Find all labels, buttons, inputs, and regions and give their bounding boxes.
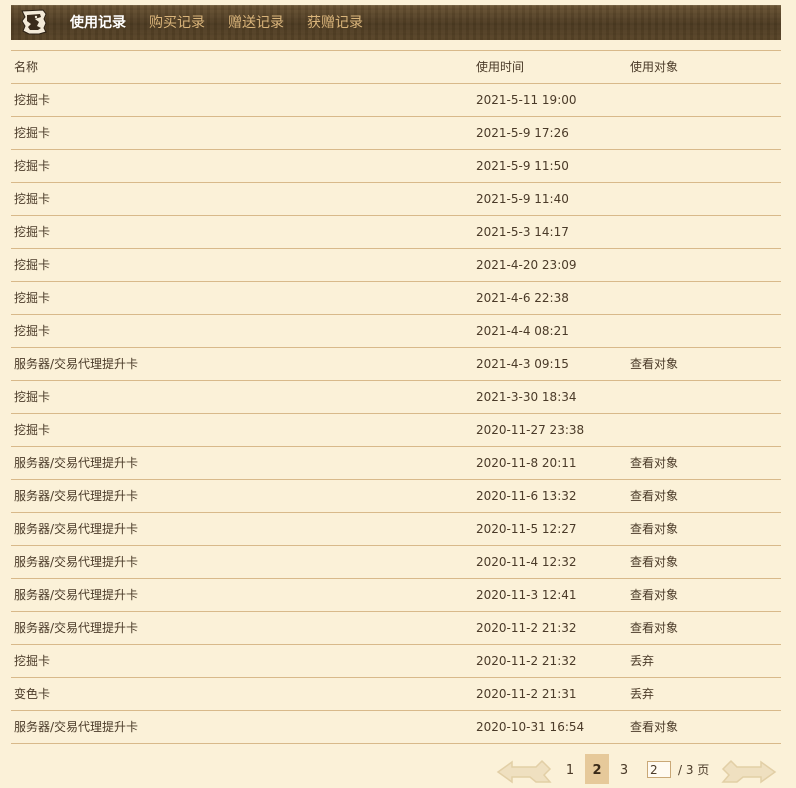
use-time: 2021-3-30 18:34 [476, 390, 577, 404]
page-1-link[interactable]: 1 [558, 754, 582, 784]
table-row: 服务器/交易代理提升卡 2020-11-6 13:32 查看对象 [11, 480, 781, 513]
use-time: 2021-4-3 09:15 [476, 357, 569, 371]
item-name: 挖掘卡 [14, 654, 51, 668]
table-row: 挖掘卡 2021-5-11 19:00 [11, 84, 781, 117]
use-time: 2021-5-9 17:26 [476, 126, 569, 140]
page-2-current[interactable]: 2 [585, 754, 609, 784]
table-body: 挖掘卡 2021-5-11 19:00 挖掘卡 2021-5-9 17:26 挖掘卡 20… [11, 84, 781, 744]
item-name: 挖掘卡 [14, 159, 51, 173]
use-time: 2021-4-20 23:09 [476, 258, 577, 272]
use-target-link[interactable]: 丢弃 [630, 678, 654, 710]
usage-records-table: 名称 使用时间 使用对象 挖掘卡 2021-5-11 19:00 挖掘卡 2021-5… [11, 50, 781, 744]
use-time: 2020-11-4 12:32 [476, 555, 577, 569]
item-name: 服务器/交易代理提升卡 [14, 456, 139, 470]
table-row: 服务器/交易代理提升卡 2020-11-2 21:32 查看对象 [11, 612, 781, 645]
column-header-time: 使用时间 [476, 60, 525, 74]
pagination: 1 2 3 / 3 页 [0, 752, 796, 786]
use-time: 2021-4-6 22:38 [476, 291, 569, 305]
table-row: 服务器/交易代理提升卡 2021-4-3 09:15 查看对象 [11, 348, 781, 381]
use-time: 2020-11-2 21:31 [476, 687, 577, 701]
table-row: 挖掘卡 2020-11-27 23:38 [11, 414, 781, 447]
tab-bar-texture [11, 5, 781, 40]
item-name: 挖掘卡 [14, 423, 51, 437]
item-name: 挖掘卡 [14, 126, 51, 140]
total-pages-label: / 3 页 [678, 763, 710, 777]
item-name: 服务器/交易代理提升卡 [14, 522, 139, 536]
use-time: 2020-11-27 23:38 [476, 423, 585, 437]
prev-arrow-icon[interactable] [496, 756, 552, 786]
item-name: 服务器/交易代理提升卡 [14, 555, 139, 569]
page-jump-input[interactable] [647, 761, 671, 778]
tab-gift-records[interactable]: 赠送记录 [228, 14, 284, 32]
use-target-link[interactable]: 查看对象 [630, 612, 678, 644]
use-time: 2021-5-11 19:00 [476, 93, 577, 107]
use-time: 2021-5-9 11:50 [476, 159, 569, 173]
table-row: 挖掘卡 2021-5-3 14:17 [11, 216, 781, 249]
tab-received-gift-records[interactable]: 获赠记录 [307, 14, 363, 32]
table-row: 服务器/交易代理提升卡 2020-10-31 16:54 查看对象 [11, 711, 781, 744]
item-name: 挖掘卡 [14, 192, 51, 206]
item-name: 挖掘卡 [14, 93, 51, 107]
table-row: 服务器/交易代理提升卡 2020-11-5 12:27 查看对象 [11, 513, 781, 546]
use-target-link[interactable]: 查看对象 [630, 579, 678, 611]
table-row: 挖掘卡 2021-4-6 22:38 [11, 282, 781, 315]
horse-knight-logo-icon [21, 9, 47, 35]
table-row: 服务器/交易代理提升卡 2020-11-3 12:41 查看对象 [11, 579, 781, 612]
use-time: 2020-11-8 20:11 [476, 456, 577, 470]
table-row: 变色卡 2020-11-2 21:31 丢弃 [11, 678, 781, 711]
use-target-link[interactable]: 查看对象 [630, 513, 678, 545]
use-time: 2020-11-5 12:27 [476, 522, 577, 536]
use-time: 2020-10-31 16:54 [476, 720, 585, 734]
table-row: 挖掘卡 2021-5-9 11:40 [11, 183, 781, 216]
table-header-row: 名称 使用时间 使用对象 [11, 51, 781, 84]
table-row: 挖掘卡 2021-5-9 11:50 [11, 150, 781, 183]
item-name: 挖掘卡 [14, 258, 51, 272]
table-row: 挖掘卡 2021-3-30 18:34 [11, 381, 781, 414]
table-row: 服务器/交易代理提升卡 2020-11-4 12:32 查看对象 [11, 546, 781, 579]
column-header-target: 使用对象 [630, 60, 679, 74]
use-target-link[interactable]: 查看对象 [630, 711, 678, 743]
item-name: 挖掘卡 [14, 225, 51, 239]
item-name: 挖掘卡 [14, 291, 51, 305]
item-name: 服务器/交易代理提升卡 [14, 357, 139, 371]
item-name: 服务器/交易代理提升卡 [14, 489, 139, 503]
item-name: 挖掘卡 [14, 324, 51, 338]
use-target-link[interactable]: 丢弃 [630, 645, 654, 677]
table-row: 挖掘卡 2020-11-2 21:32 丢弃 [11, 645, 781, 678]
use-time: 2020-11-6 13:32 [476, 489, 577, 503]
use-target-link[interactable]: 查看对象 [630, 447, 678, 479]
use-target-link[interactable]: 查看对象 [630, 546, 678, 578]
item-name: 服务器/交易代理提升卡 [14, 621, 139, 635]
table-row: 挖掘卡 2021-4-4 08:21 [11, 315, 781, 348]
tab-usage-records[interactable]: 使用记录 [70, 14, 126, 32]
use-time: 2020-11-2 21:32 [476, 654, 577, 668]
tab-bar: 使用记录 购买记录 赠送记录 获赠记录 [11, 5, 781, 40]
use-time: 2021-5-9 11:40 [476, 192, 569, 206]
column-header-name: 名称 [14, 60, 39, 74]
use-time: 2020-11-3 12:41 [476, 588, 577, 602]
page-3-link[interactable]: 3 [612, 754, 636, 784]
table-row: 挖掘卡 2021-4-20 23:09 [11, 249, 781, 282]
use-target-link[interactable]: 查看对象 [630, 480, 678, 512]
item-name: 服务器/交易代理提升卡 [14, 588, 139, 602]
item-name: 挖掘卡 [14, 390, 51, 404]
table-row: 服务器/交易代理提升卡 2020-11-8 20:11 查看对象 [11, 447, 781, 480]
item-name: 服务器/交易代理提升卡 [14, 720, 139, 734]
use-time: 2021-4-4 08:21 [476, 324, 569, 338]
use-time: 2021-5-3 14:17 [476, 225, 569, 239]
tab-purchase-records[interactable]: 购买记录 [149, 14, 205, 32]
use-time: 2020-11-2 21:32 [476, 621, 577, 635]
use-target-link[interactable]: 查看对象 [630, 348, 678, 380]
table-row: 挖掘卡 2021-5-9 17:26 [11, 117, 781, 150]
next-arrow-icon[interactable] [721, 756, 777, 786]
item-name: 变色卡 [14, 687, 51, 701]
